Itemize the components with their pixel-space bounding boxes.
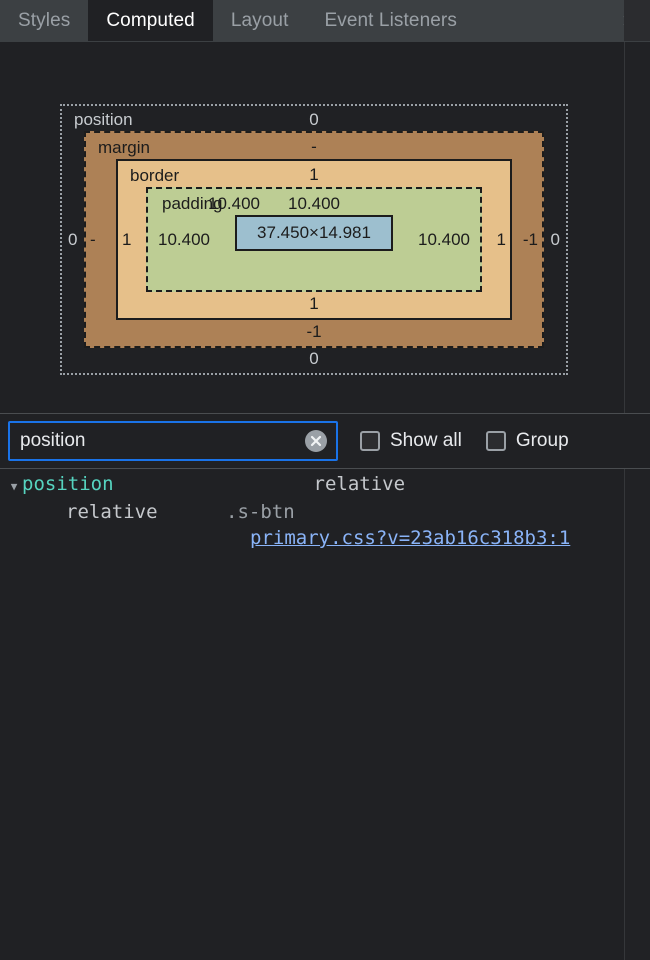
tab-event-listeners[interactable]: Event Listeners: [306, 0, 474, 41]
trace-selector[interactable]: .s-btn: [226, 500, 295, 524]
box-model-margin-layer[interactable]: margin - - -1 -1 border 1 1 1 1 padding …: [84, 131, 544, 348]
tab-event-listeners-label: Event Listeners: [324, 10, 456, 32]
box-model-padding-layer[interactable]: padding 10.400 10.400 10.400 10.400 37.4…: [146, 187, 482, 292]
tab-computed[interactable]: Computed: [88, 0, 212, 41]
show-all-checkbox-group[interactable]: Show all: [360, 430, 462, 452]
expand-arrow-icon[interactable]: ▼: [6, 476, 22, 498]
box-model-scrollbar[interactable]: [624, 42, 650, 413]
group-checkbox-group[interactable]: Group: [486, 430, 569, 452]
computed-filter-toolbar: Show all Group: [0, 414, 650, 469]
group-checkbox[interactable]: [486, 431, 506, 451]
clear-filter-icon[interactable]: [305, 430, 327, 452]
computed-property-source-row: primary.css?v=23ab16c318b3:1: [0, 524, 650, 550]
computed-property-row[interactable]: ▼ position relative: [0, 469, 650, 498]
property-list-scrollbar[interactable]: [624, 469, 650, 960]
show-all-label: Show all: [390, 430, 462, 452]
show-all-checkbox[interactable]: [360, 431, 380, 451]
box-model-position-bottom[interactable]: 0: [62, 349, 566, 369]
tab-bar-edge: [624, 0, 650, 41]
box-model-position-right[interactable]: 0: [551, 230, 560, 250]
filter-input-wrapper[interactable]: [8, 421, 338, 461]
tab-styles[interactable]: Styles: [0, 0, 88, 41]
computed-property-name[interactable]: position: [22, 473, 114, 495]
tab-styles-label: Styles: [18, 10, 70, 32]
box-model-border-layer[interactable]: border 1 1 1 1 padding 10.400 10.400 10.…: [116, 159, 512, 320]
box-model-margin-right[interactable]: -1: [523, 230, 538, 250]
box-model-margin-left[interactable]: -: [90, 230, 96, 250]
devtools-tab-bar: Styles Computed Layout Event Listeners »: [0, 0, 650, 42]
tab-layout-label: Layout: [231, 10, 289, 32]
computed-properties-list: ▼ position relative relative .s-btn prim…: [0, 469, 650, 960]
filter-input[interactable]: [10, 423, 336, 459]
box-model-margin-bottom[interactable]: -1: [86, 322, 542, 342]
box-model-padding-bottom[interactable]: 10.400: [148, 194, 480, 286]
box-model-diagram: position 0 0 0 0 margin - - -1 -1 border…: [60, 104, 568, 375]
box-model-margin-top[interactable]: -: [86, 137, 542, 157]
box-model-position-left[interactable]: 0: [68, 230, 77, 250]
tab-computed-label: Computed: [106, 10, 194, 32]
computed-property-value[interactable]: relative: [314, 473, 406, 495]
box-model-border-left[interactable]: 1: [122, 230, 131, 250]
box-model-pane: position 0 0 0 0 margin - - -1 -1 border…: [0, 42, 650, 414]
stylesheet-source-link[interactable]: primary.css?v=23ab16c318b3:1: [250, 526, 570, 550]
tab-layout[interactable]: Layout: [213, 0, 307, 41]
box-model-border-right[interactable]: 1: [497, 230, 506, 250]
box-model-border-bottom[interactable]: 1: [118, 294, 510, 314]
group-label: Group: [516, 430, 569, 452]
computed-property-trace-row: relative .s-btn: [0, 498, 650, 524]
trace-value: relative: [66, 500, 226, 524]
box-model-border-top[interactable]: 1: [118, 165, 510, 185]
box-model-position-top[interactable]: 0: [62, 110, 566, 130]
box-model-position-layer[interactable]: position 0 0 0 0 margin - - -1 -1 border…: [60, 104, 568, 375]
